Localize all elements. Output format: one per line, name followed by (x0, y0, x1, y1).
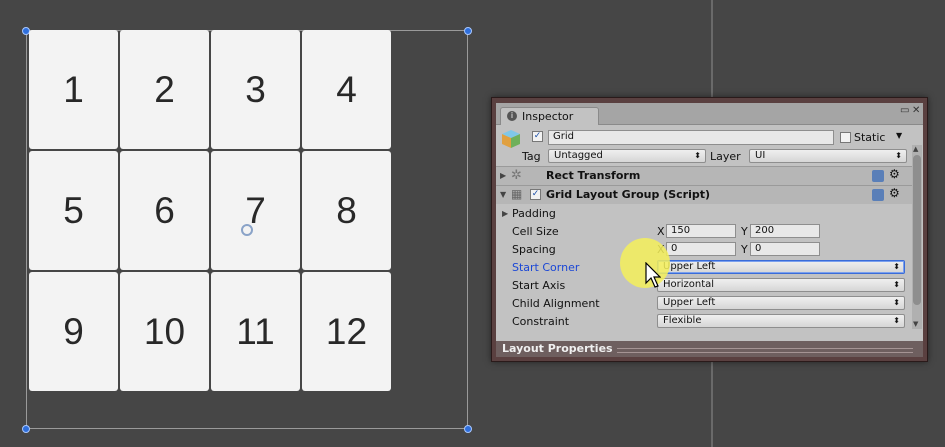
grid-cell-10[interactable]: 10 (120, 272, 209, 391)
layout-properties-bar[interactable]: Layout Properties (496, 341, 923, 357)
constraint-value: Flexible (663, 315, 702, 326)
cell-size-x-field[interactable]: 150 (666, 224, 736, 238)
tag-value: Untagged (554, 150, 603, 161)
tab-bar: i Inspector ▭ ✕ (496, 103, 923, 125)
grid-cell-12[interactable]: 12 (302, 272, 391, 391)
foldout-collapsed-icon[interactable]: ▶ (500, 171, 506, 180)
gameobject-cube-icon (502, 130, 520, 148)
chevron-updown-icon: ⬍ (893, 262, 900, 271)
resize-handle-bottom-right[interactable] (464, 425, 472, 433)
start-axis-dropdown[interactable]: Horizontal ⬍ (657, 278, 905, 292)
spacing-y-label: Y (741, 243, 748, 256)
rect-transform-icon: ✲ (511, 168, 522, 183)
start-corner-label: Start Corner (512, 261, 580, 274)
grid-layout-icon: ▦ (511, 187, 523, 201)
help-book-icon[interactable] (872, 170, 884, 182)
child-alignment-dropdown[interactable]: Upper Left ⬍ (657, 296, 905, 310)
start-axis-value: Horizontal (663, 279, 715, 290)
grid-cell-1[interactable]: 1 (29, 30, 118, 149)
mouse-pointer-icon (645, 262, 661, 288)
pivot-icon[interactable] (241, 224, 253, 236)
start-corner-value: Upper Left (663, 261, 716, 272)
close-icon[interactable]: ✕ (912, 105, 920, 116)
scrollbar-thumb[interactable] (913, 155, 921, 305)
tag-dropdown[interactable]: Untagged ⬍ (548, 149, 706, 163)
grid-layout-group-header[interactable]: ▼ ▦ ✓ Grid Layout Group (Script) ⚙ (496, 185, 913, 204)
spacing-label: Spacing (512, 243, 556, 256)
spacing-x-field[interactable]: 0 (666, 242, 736, 256)
grid-cell-9[interactable]: 9 (29, 272, 118, 391)
grid-cell-2[interactable]: 2 (120, 30, 209, 149)
layer-label: Layer (710, 150, 741, 163)
layout-properties-label: Layout Properties (502, 342, 613, 355)
info-icon: i (507, 111, 517, 121)
gear-icon[interactable]: ⚙ (889, 167, 900, 181)
resize-handle-bottom-left[interactable] (22, 425, 30, 433)
child-alignment-label: Child Alignment (512, 297, 600, 310)
inspector-scrollbar[interactable]: ▲ ▼ (912, 145, 922, 329)
drag-handle-lines (617, 348, 913, 353)
cell-size-label: Cell Size (512, 225, 559, 238)
tag-label: Tag (522, 150, 541, 163)
gear-icon[interactable]: ⚙ (889, 186, 900, 200)
cell-size-x-label: X (657, 225, 665, 238)
resize-handle-top-right[interactable] (464, 27, 472, 35)
child-alignment-value: Upper Left (663, 297, 716, 308)
maximize-icon[interactable]: ▭ (900, 105, 909, 116)
help-book-icon[interactable] (872, 189, 884, 201)
scroll-down-icon[interactable]: ▼ (913, 320, 918, 328)
static-dropdown-arrow-icon[interactable]: ▼ (896, 131, 902, 140)
grid-cell-4[interactable]: 4 (302, 30, 391, 149)
chevron-updown-icon: ⬍ (895, 151, 902, 160)
foldout-expanded-icon[interactable]: ▼ (500, 190, 506, 199)
static-label: Static (854, 131, 886, 144)
tab-inspector-label: Inspector (522, 110, 574, 123)
rect-transform-title: Rect Transform (546, 169, 641, 182)
grid-cell-11[interactable]: 11 (211, 272, 300, 391)
inspector-panel: i Inspector ▭ ✕ ✓ Grid Static ▼ Tag Unta… (496, 103, 923, 357)
grid-cell-8[interactable]: 8 (302, 151, 391, 270)
constraint-label: Constraint (512, 315, 570, 328)
chevron-updown-icon: ⬍ (893, 298, 900, 307)
chevron-updown-icon: ⬍ (893, 280, 900, 289)
chevron-updown-icon: ⬍ (893, 316, 900, 325)
padding-foldout-icon[interactable]: ▶ (502, 209, 508, 218)
chevron-updown-icon: ⬍ (694, 151, 701, 160)
grid-cell-5[interactable]: 5 (29, 151, 118, 270)
start-axis-label: Start Axis (512, 279, 566, 292)
grid-cell-3[interactable]: 3 (211, 30, 300, 149)
grid-cell-6[interactable]: 6 (120, 151, 209, 270)
start-corner-dropdown[interactable]: Upper Left ⬍ (657, 260, 905, 274)
cell-size-y-label: Y (741, 225, 748, 238)
active-checkbox[interactable]: ✓ (532, 131, 543, 142)
static-checkbox[interactable] (840, 132, 851, 143)
scroll-up-icon[interactable]: ▲ (913, 145, 918, 153)
inspector-window: i Inspector ▭ ✕ ✓ Grid Static ▼ Tag Unta… (491, 97, 928, 362)
layer-dropdown[interactable]: UI ⬍ (749, 149, 907, 163)
rect-transform-header[interactable]: ▶ ✲ Rect Transform ⚙ (496, 166, 913, 185)
layer-value: UI (755, 150, 766, 161)
spacing-y-field[interactable]: 0 (750, 242, 820, 256)
cell-size-y-field[interactable]: 200 (750, 224, 820, 238)
constraint-dropdown[interactable]: Flexible ⬍ (657, 314, 905, 328)
padding-label[interactable]: Padding (512, 207, 556, 220)
component-enabled-checkbox[interactable]: ✓ (530, 189, 541, 200)
grid-cell-7[interactable]: 7 (211, 151, 300, 270)
tab-inspector[interactable]: i Inspector (500, 107, 599, 125)
grid-layout-title: Grid Layout Group (Script) (546, 188, 711, 201)
object-name-field[interactable]: Grid (548, 130, 834, 145)
